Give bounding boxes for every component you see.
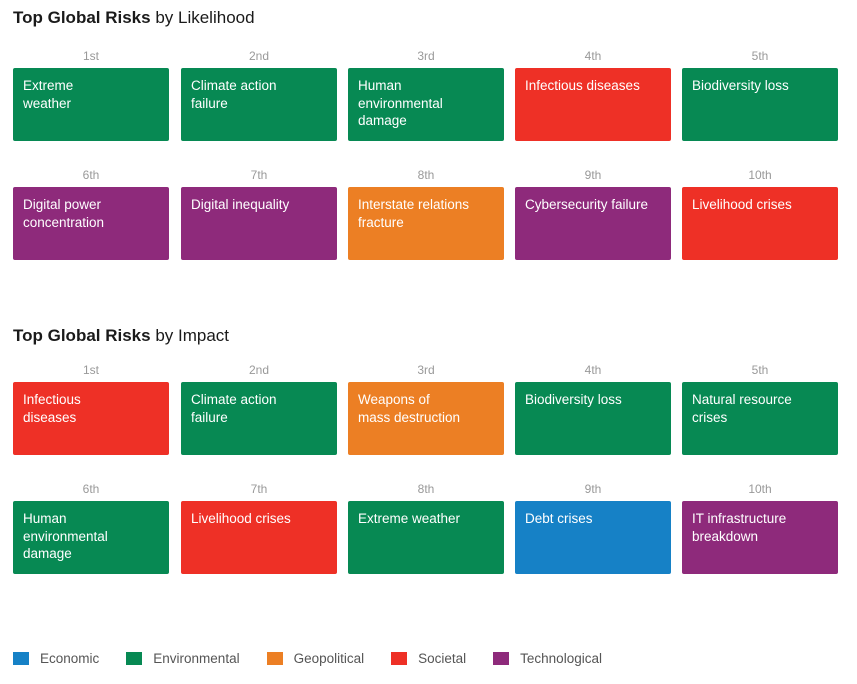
risk-cell: 4th Biodiversity loss xyxy=(515,363,671,455)
risk-cell: 7th Livelihood crises xyxy=(181,482,337,574)
risk-cell: 1st Infectious diseases xyxy=(13,363,169,455)
rank-label: 2nd xyxy=(248,49,270,63)
rank-label: 3rd xyxy=(417,49,435,63)
risk-card-environmental: Climate action failure xyxy=(181,382,337,455)
legend-label: Environmental xyxy=(153,651,240,666)
legend-label: Economic xyxy=(40,651,100,666)
risk-row: 6th Digital power concentration 7th Digital … xyxy=(13,168,839,287)
rank-label: 1st xyxy=(82,49,99,63)
risk-cell: 3rd Human environmental damage xyxy=(348,49,504,141)
rank-label: 4th xyxy=(584,49,602,63)
legend-item-environmental: Environmental xyxy=(126,651,240,666)
risk-cell: 6th Human environmental damage xyxy=(13,482,169,574)
rank-label: 1st xyxy=(82,363,99,377)
risk-card-environmental: Human environmental damage xyxy=(13,501,169,574)
risk-card-societal: Livelihood crises xyxy=(682,187,838,260)
legend-label: Technological xyxy=(520,651,602,666)
legend-label: Geopolitical xyxy=(293,651,365,666)
risk-card-economic: Debt crises xyxy=(515,501,671,574)
risk-card-geopolitical: Interstate relations fracture xyxy=(348,187,504,260)
rank-label: 5th xyxy=(751,49,769,63)
legend-swatch xyxy=(126,652,143,665)
risk-card-societal: Infectious diseases xyxy=(13,382,169,455)
risk-row: 6th Human environmental damage 7th Livelihood… xyxy=(13,482,839,601)
rank-label: 2nd xyxy=(248,363,270,377)
risk-card-technological: Digital inequality xyxy=(181,187,337,260)
risk-card-societal: Livelihood crises xyxy=(181,501,337,574)
risk-card-environmental: Human environmental damage xyxy=(348,68,504,141)
risk-cell: 1st Extreme weather xyxy=(13,49,169,141)
risk-cell: 9th Cybersecurity failure xyxy=(515,168,671,260)
risk-row: 1st Infectious diseases 2nd Climate action fa… xyxy=(13,363,839,482)
risk-cell: 10th IT infrastructure breakdown xyxy=(682,482,838,574)
rank-label: 7th xyxy=(250,482,268,496)
rank-label: 9th xyxy=(584,168,602,182)
legend-swatch xyxy=(266,652,283,665)
legend-swatch xyxy=(493,652,510,665)
likelihood-grid: 1st Extreme weather 2nd Climate action failur… xyxy=(13,49,839,287)
legend-item-societal: Societal xyxy=(391,651,466,666)
risk-cell: 3rd Weapons of mass destruction xyxy=(348,363,504,455)
rank-label: 10th xyxy=(748,482,772,496)
rank-label: 6th xyxy=(82,168,100,182)
risk-row: 1st Extreme weather 2nd Climate action failur… xyxy=(13,49,839,168)
legend: Economic Environmental Geopolitical Societa… xyxy=(13,651,629,666)
legend-item-technological: Technological xyxy=(493,651,602,666)
risk-cell: 10th Livelihood crises xyxy=(682,168,838,260)
likelihood-title: Top Global Risks by Likelihood xyxy=(13,8,255,28)
rank-label: 6th xyxy=(82,482,100,496)
risk-cell: 5th Natural resource crises xyxy=(682,363,838,455)
risk-card-environmental: Biodiversity loss xyxy=(682,68,838,141)
legend-label: Societal xyxy=(418,651,467,666)
risk-cell: 9th Debt crises xyxy=(515,482,671,574)
impact-grid: 1st Infectious diseases 2nd Climate action fa… xyxy=(13,363,839,601)
risk-cell: 2nd Climate action failure xyxy=(181,49,337,141)
risk-cell: 2nd Climate action failure xyxy=(181,363,337,455)
rank-label: 5th xyxy=(751,363,769,377)
likelihood-title-bold: Top Global Risks xyxy=(13,8,151,27)
rank-label: 4th xyxy=(584,363,602,377)
impact-title-bold: Top Global Risks xyxy=(13,326,151,345)
risk-cell: 8th Extreme weather xyxy=(348,482,504,574)
legend-swatch xyxy=(13,652,29,665)
legend-item-geopolitical: Geopolitical xyxy=(266,651,365,666)
risk-card-technological: IT infrastructure breakdown xyxy=(682,501,838,574)
risk-card-geopolitical: Weapons of mass destruction xyxy=(348,382,504,455)
risk-cell: 4th Infectious diseases xyxy=(515,49,671,141)
rank-label: 8th xyxy=(417,482,435,496)
risk-cell: 7th Digital inequality xyxy=(181,168,337,260)
risk-card-technological: Cybersecurity failure xyxy=(515,187,671,260)
risk-card-environmental: Extreme weather xyxy=(13,68,169,141)
risk-cell: 5th Biodiversity loss xyxy=(682,49,838,141)
rank-label: 8th xyxy=(417,168,435,182)
legend-swatch xyxy=(391,652,408,665)
risk-card-environmental: Extreme weather xyxy=(348,501,504,574)
impact-title-rest: by Impact xyxy=(150,326,230,345)
risk-card-technological: Digital power concentration xyxy=(13,187,169,260)
risk-card-environmental: Natural resource crises xyxy=(682,382,838,455)
risk-card-environmental: Climate action failure xyxy=(181,68,337,141)
likelihood-title-rest: by Likelihood xyxy=(150,8,255,27)
rank-label: 10th xyxy=(748,168,772,182)
risk-card-environmental: Biodiversity loss xyxy=(515,382,671,455)
legend-item-economic: Economic xyxy=(13,651,99,666)
risk-cell: 8th Interstate relations fracture xyxy=(348,168,504,260)
rank-label: 3rd xyxy=(417,363,435,377)
rank-label: 9th xyxy=(584,482,602,496)
impact-title: Top Global Risks by Impact xyxy=(13,326,229,346)
rank-label: 7th xyxy=(250,168,268,182)
risk-cell: 6th Digital power concentration xyxy=(13,168,169,260)
risk-card-societal: Infectious diseases xyxy=(515,68,671,141)
